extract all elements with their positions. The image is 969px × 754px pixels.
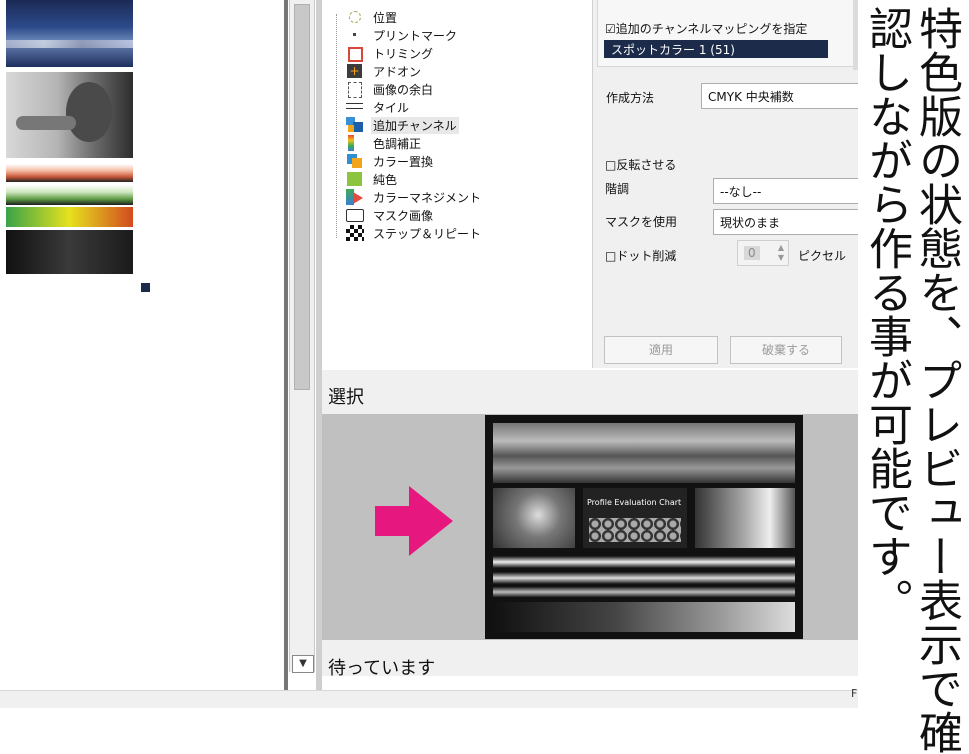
dot-unit-label: ピクセル — [798, 249, 847, 263]
method-label: 作成方法 — [606, 91, 655, 105]
color-ramp-1 — [6, 164, 133, 182]
tree-item-color-replace[interactable]: カラー置換 — [346, 152, 435, 170]
gray-steps — [6, 230, 133, 274]
tree-item-color-correction[interactable]: 色調補正 — [346, 134, 423, 152]
crop-icon — [346, 45, 364, 62]
margin-icon — [346, 81, 364, 98]
invert-checkbox[interactable]: □反転させる — [605, 156, 676, 173]
spinner-icon[interactable]: ▲ ▼ — [778, 243, 784, 263]
color-replace-icon — [346, 153, 364, 169]
preview-gray-steps — [493, 602, 795, 632]
chevron-down-icon: ▼ — [299, 658, 307, 669]
extra-channel-icon — [346, 117, 364, 133]
pure-color-icon — [346, 171, 364, 187]
preview-gradient-2 — [493, 572, 795, 584]
print-mark-icon — [346, 27, 364, 43]
method-select[interactable]: CMYK 中央補数 — [701, 83, 858, 109]
select-section-header: 選択 — [322, 370, 858, 414]
dot-reduction-input[interactable]: 0 ▲ ▼ — [737, 240, 789, 266]
mask-label: マスクを使用 — [605, 215, 678, 229]
tree-item-margin[interactable]: 画像の余白 — [346, 80, 435, 98]
caption-column-1: 特色版の状態を、プレビュー表示で確 — [911, 6, 962, 754]
mapping-checkbox[interactable]: ☑追加のチャンネルマッピングを指定 — [605, 20, 807, 37]
status-message-bar: 待っています — [322, 640, 858, 679]
color-management-icon — [346, 189, 364, 205]
preview-gradient-3 — [493, 587, 795, 597]
preview-portrait-right — [695, 488, 795, 548]
pink-arrow-icon — [375, 486, 453, 556]
tree-item-tile[interactable]: タイル — [346, 98, 411, 116]
page-preview-panel — [0, 0, 286, 690]
tree-item-position[interactable]: 位置 — [346, 8, 399, 26]
tree-item-step-repeat[interactable]: ステップ＆リピート — [346, 224, 483, 242]
color-ramp-2 — [6, 185, 133, 205]
status-corner-text: F — [851, 687, 858, 700]
scrollbar-thumb[interactable] — [294, 4, 310, 390]
tree-item-pure-color[interactable]: 純色 — [346, 170, 399, 188]
tree-item-addon[interactable]: + アドオン — [346, 62, 423, 80]
color-correction-icon — [346, 135, 364, 151]
tree-item-mask-image[interactable]: マスク画像 — [346, 206, 435, 224]
caption-column-2: 認しながら作る事が可能です。 — [861, 6, 912, 622]
color-ramp-3 — [6, 207, 133, 227]
preview-image: Profile Evaluation Chart — [485, 415, 803, 639]
tree-item-print-mark[interactable]: プリントマーク — [346, 26, 459, 44]
addon-icon: + — [346, 63, 364, 79]
waiting-status: 待っています — [328, 658, 436, 679]
portrait-thumbnail — [6, 72, 133, 158]
discard-button[interactable]: 破棄する — [730, 336, 842, 364]
preview-chart-patch: Profile Evaluation Chart — [583, 488, 687, 548]
step-repeat-icon — [346, 225, 364, 241]
harbor-thumbnail — [6, 0, 133, 67]
dot-reduction-checkbox[interactable]: □ドット削減 — [605, 247, 676, 264]
page-marker — [141, 283, 150, 292]
dot-reduction-value: 0 — [744, 246, 760, 260]
mask-image-icon — [346, 207, 364, 223]
preview-harbor — [493, 423, 795, 483]
tree-guide-line — [336, 14, 337, 238]
spot-color-list-item[interactable]: スポットカラー 1 (51) — [604, 40, 828, 58]
channel-preview-area: Profile Evaluation Chart — [322, 414, 858, 640]
vertical-scrollbar[interactable] — [289, 0, 315, 672]
gradation-select[interactable]: --なし-- — [713, 178, 858, 204]
scroll-down-button[interactable]: ▼ — [292, 655, 314, 673]
select-title: 選択 — [328, 387, 364, 408]
gradation-label: 階調 — [605, 182, 630, 196]
status-bar: F — [0, 687, 858, 708]
tile-icon — [346, 99, 364, 115]
position-icon — [346, 9, 364, 25]
preview-chart-title: Profile Evaluation Chart — [587, 498, 682, 507]
tree-item-extra-channel[interactable]: 追加チャンネル — [346, 116, 459, 134]
preview-gradient-1 — [493, 556, 795, 568]
apply-button[interactable]: 適用 — [604, 336, 718, 364]
tree-item-color-management[interactable]: カラーマネジメント — [346, 188, 483, 206]
tree-item-crop[interactable]: トリミング — [346, 44, 435, 62]
panel-divider[interactable] — [284, 0, 288, 690]
mask-select[interactable]: 現状のまま — [713, 209, 858, 235]
preview-portrait-left — [493, 488, 575, 548]
